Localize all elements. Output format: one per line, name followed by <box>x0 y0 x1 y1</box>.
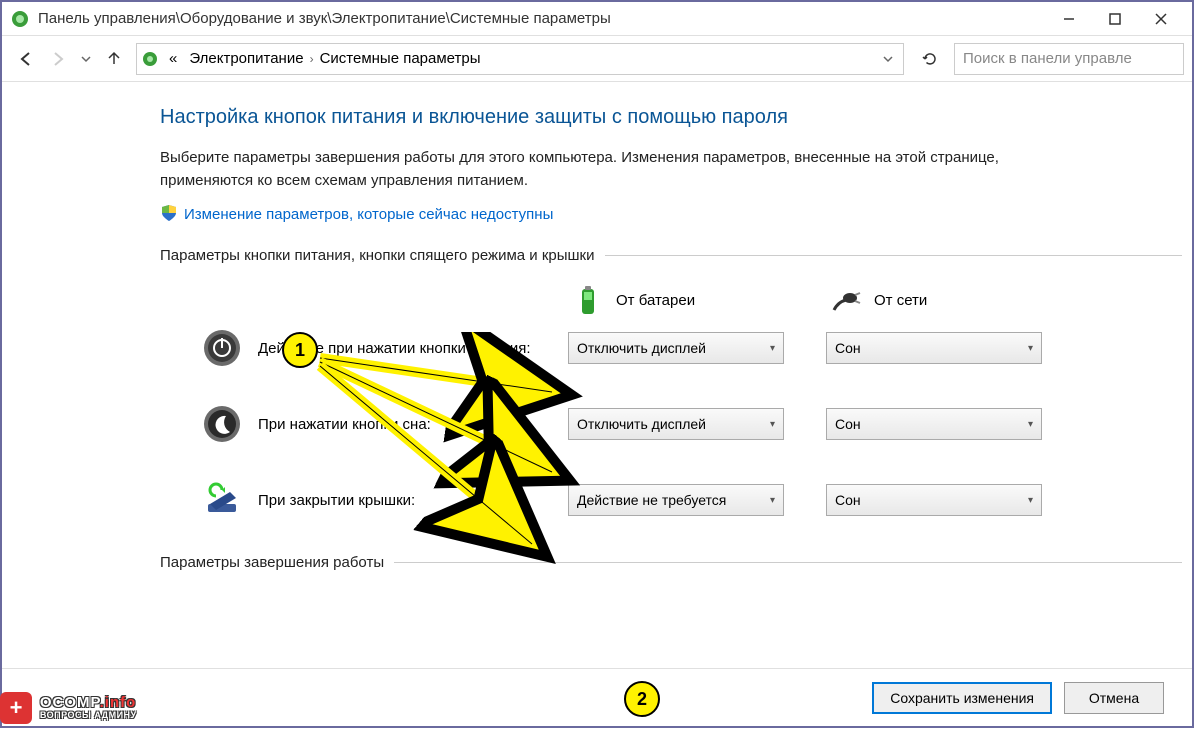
column-headers: От батареи От сети <box>160 282 1182 318</box>
chevron-down-icon: ▾ <box>770 495 775 506</box>
save-button[interactable]: Сохранить изменения <box>872 682 1052 714</box>
annotation-callout-2: 2 <box>624 681 660 717</box>
sleep-button-battery-select[interactable]: Отключить дисплей▾ <box>568 408 784 440</box>
up-button[interactable] <box>100 45 128 73</box>
page-description: Выберите параметры завершения работы для… <box>160 147 1060 192</box>
lid-plugged-select[interactable]: Сон▾ <box>826 484 1042 516</box>
chevron-down-icon: ▾ <box>770 343 775 354</box>
power-options-icon <box>10 9 30 29</box>
refresh-button[interactable] <box>914 43 946 75</box>
watermark-logo: + OCOMP.info ВОПРОСЫ АДМИНУ <box>0 692 137 724</box>
minimize-button[interactable] <box>1046 5 1092 33</box>
col-plugged: От сети <box>828 282 1086 318</box>
search-input[interactable]: Поиск в панели управле <box>954 43 1184 75</box>
breadcrumb-item-1[interactable]: Электропитание <box>183 50 309 67</box>
history-dropdown[interactable] <box>76 45 96 73</box>
laptop-lid-icon <box>200 478 244 522</box>
breadcrumb-item-2[interactable]: Системные параметры <box>314 50 487 67</box>
power-button-icon <box>200 326 244 370</box>
annotation-callout-1: 1 <box>282 332 318 368</box>
maximize-button[interactable] <box>1092 5 1138 33</box>
row-lid-close: При закрытии крышки: Действие не требует… <box>160 478 1182 522</box>
section-buttons-lid: Параметры кнопки питания, кнопки спящего… <box>160 247 1182 264</box>
plus-icon: + <box>0 692 32 724</box>
chevron-down-icon: ▾ <box>1028 343 1033 354</box>
battery-icon <box>570 282 606 318</box>
footer: 2 Сохранить изменения Отмена <box>2 668 1192 726</box>
section-shutdown: Параметры завершения работы <box>160 554 1182 571</box>
address-dropdown-icon[interactable] <box>877 51 899 67</box>
lid-battery-select[interactable]: Действие не требуется▾ <box>568 484 784 516</box>
close-button[interactable] <box>1138 5 1184 33</box>
control-panel-window: Панель управления\Оборудование и звук\Эл… <box>0 0 1194 728</box>
power-button-plugged-select[interactable]: Сон▾ <box>826 332 1042 364</box>
toolbar: « Электропитание › Системные параметры П… <box>2 36 1192 82</box>
titlebar: Панель управления\Оборудование и звук\Эл… <box>2 2 1192 36</box>
chevron-down-icon: ▾ <box>1028 495 1033 506</box>
change-unavailable-link[interactable]: Изменение параметров, которые сейчас нед… <box>184 206 553 223</box>
admin-link-row: Изменение параметров, которые сейчас нед… <box>160 204 1182 225</box>
cancel-button[interactable]: Отмена <box>1064 682 1164 714</box>
forward-button[interactable] <box>44 45 72 73</box>
content-area: Настройка кнопок питания и включение защ… <box>2 82 1192 668</box>
col-battery: От батареи <box>570 282 828 318</box>
chevron-down-icon: ▾ <box>1028 419 1033 430</box>
plug-icon <box>828 282 864 318</box>
window-title: Панель управления\Оборудование и звук\Эл… <box>38 10 1046 27</box>
row-sleep-button: При нажатии кнопки сна: Отключить диспле… <box>160 402 1182 446</box>
shield-icon <box>160 204 178 225</box>
power-options-icon <box>141 50 159 68</box>
breadcrumb-prev-icon[interactable]: « <box>163 50 183 67</box>
chevron-down-icon: ▾ <box>770 419 775 430</box>
address-bar[interactable]: « Электропитание › Системные параметры <box>136 43 904 75</box>
power-button-battery-select[interactable]: Отключить дисплей▾ <box>568 332 784 364</box>
back-button[interactable] <box>12 45 40 73</box>
row-label: При закрытии крышки: <box>258 490 568 511</box>
sleep-button-plugged-select[interactable]: Сон▾ <box>826 408 1042 440</box>
page-heading: Настройка кнопок питания и включение защ… <box>160 106 1182 129</box>
sleep-button-icon <box>200 402 244 446</box>
row-label: При нажатии кнопки сна: <box>258 414 568 435</box>
